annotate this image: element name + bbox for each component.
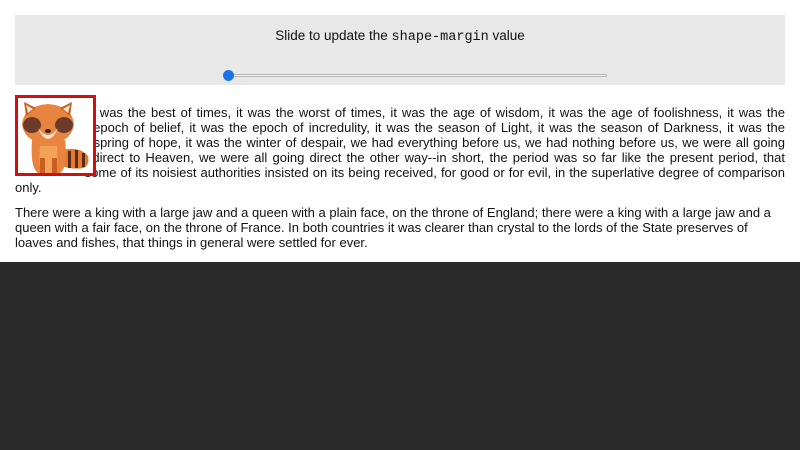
image-frame: [15, 95, 96, 176]
slider-label: Slide to update the shape-margin value: [15, 28, 785, 45]
paragraph-2: There were a king with a large jaw and a…: [15, 205, 771, 250]
slider-track[interactable]: [223, 74, 607, 77]
slider-label-prefix: Slide to update the: [275, 28, 388, 43]
paragraph-1: It was the best of times, it was the wor…: [15, 105, 785, 195]
control-panel: Slide to update the shape-margin value: [15, 15, 785, 85]
floated-image: [15, 95, 96, 176]
slider-label-code: shape-margin: [391, 30, 489, 45]
page-content-area: Slide to update the shape-margin value I…: [0, 0, 800, 262]
text-content: It was the best of times, it was the wor…: [15, 95, 785, 250]
shape-margin-slider[interactable]: [223, 67, 607, 85]
slider-thumb[interactable]: [223, 70, 234, 81]
red-panda-icon: [22, 102, 89, 173]
slider-label-suffix: value: [492, 28, 525, 43]
